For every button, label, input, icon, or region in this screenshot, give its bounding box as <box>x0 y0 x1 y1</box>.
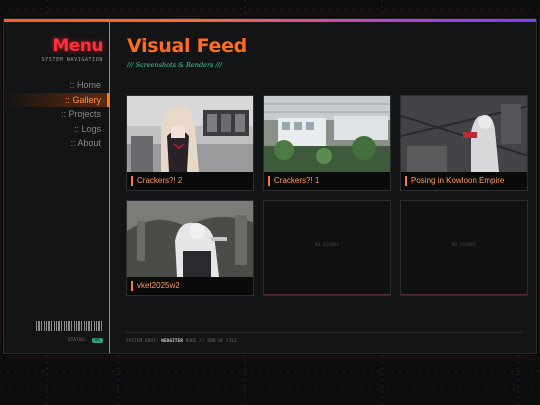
menu-title: Menu <box>52 36 103 56</box>
sidebar-item-projects[interactable]: :: Projects <box>4 107 109 122</box>
card-title: Crackers?! 1 <box>268 176 386 186</box>
app-window: Menu SYSTEM NAVIGATION :: Home :: Galler… <box>3 18 537 354</box>
sidebar-item-about[interactable]: :: About <box>4 136 109 151</box>
footer: SYSTEM_ROOT: NEOGITER NODE // END OF FIL… <box>126 339 237 344</box>
gallery-card[interactable]: Posing in Kowloon Empire <box>400 95 528 191</box>
footer-prefix: SYSTEM_ROOT: <box>126 339 159 344</box>
gallery-card[interactable]: Crackers?! 2 <box>126 95 254 191</box>
thumbnail-image <box>127 201 253 277</box>
sidebar-item-home[interactable]: :: Home <box>4 78 109 93</box>
main-content: Visual Feed /// Screenshots & Renders //… <box>122 22 528 353</box>
sidebar-item-logs[interactable]: :: Logs <box>4 122 109 137</box>
status-label: STATUS: <box>67 338 87 343</box>
gallery-grid: Crackers?! 2 Crackers?! 1 Posing in Kowl… <box>126 95 528 296</box>
empty-card: NO_SIGNAL <box>263 200 391 296</box>
gallery-card[interactable]: Crackers?! 1 <box>263 95 391 191</box>
empty-card: NO_SIGNAL <box>400 200 528 296</box>
gallery-card[interactable]: vket2025w2 <box>126 200 254 296</box>
page-subtitle: /// Screenshots & Renders /// <box>127 61 223 69</box>
status-indicator: STATUS: OK <box>68 338 103 343</box>
card-title: vket2025w2 <box>131 281 249 291</box>
thumbnail-image <box>401 96 527 172</box>
footer-text: NODE // END OF FILE <box>185 339 238 344</box>
card-title: Crackers?! 2 <box>131 176 249 186</box>
status-badge: OK <box>91 338 103 343</box>
no-signal-text: NO_SIGNAL <box>314 243 340 248</box>
menu-subtitle: SYSTEM NAVIGATION <box>41 57 103 63</box>
page-title: Visual Feed <box>127 35 247 57</box>
no-signal-text: NO_SIGNAL <box>451 243 477 248</box>
sidebar-item-gallery[interactable]: :: Gallery <box>4 92 109 107</box>
footer-user: NEOGITER <box>161 339 183 344</box>
barcode-icon <box>36 321 102 331</box>
card-title: Posing in Kowloon Empire <box>405 176 523 186</box>
sidebar-nav: :: Home :: Gallery :: Projects :: Logs :… <box>4 78 109 151</box>
sidebar: Menu SYSTEM NAVIGATION :: Home :: Galler… <box>4 22 110 353</box>
thumbnail-image <box>127 96 253 172</box>
thumbnail-image <box>264 96 390 172</box>
divider <box>126 332 522 333</box>
